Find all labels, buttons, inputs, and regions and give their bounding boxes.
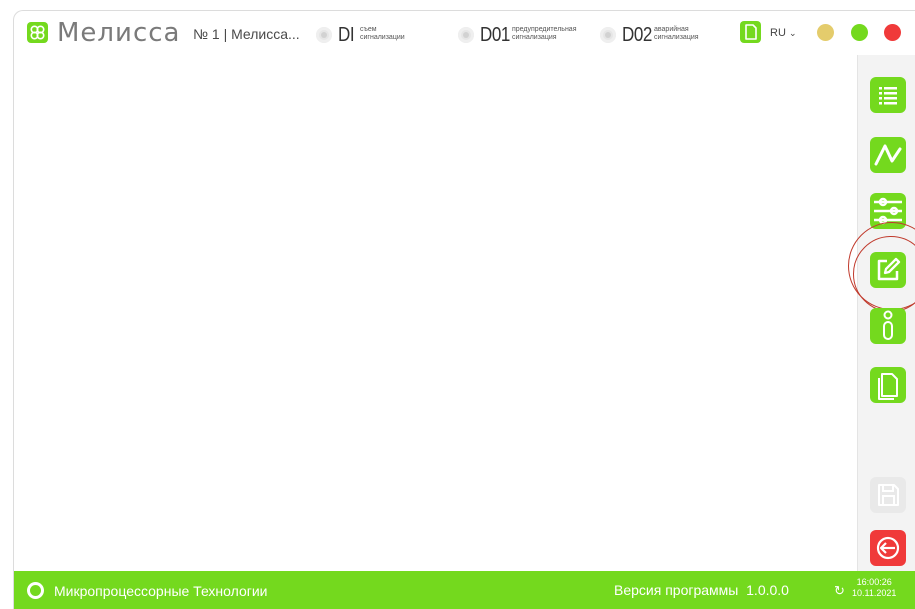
app-version: Версия программы 1.0.0.0: [614, 582, 789, 598]
minimize-button[interactable]: [817, 24, 834, 41]
main-content: [14, 55, 857, 571]
indicator-code: D01: [480, 24, 510, 46]
header-bar: Мелисса № 1 | Мелисса... DI съем сигнализ…: [14, 11, 915, 55]
indicator-caption: предупредительная сигнализация: [512, 26, 577, 41]
save-button[interactable]: [870, 477, 906, 513]
device-selector[interactable]: № 1 | Мелисса...: [193, 26, 300, 42]
status-led-icon: [600, 27, 616, 43]
sensor-button[interactable]: [870, 308, 906, 344]
documents-button[interactable]: [870, 367, 906, 403]
chart-line-icon: [874, 144, 902, 166]
language-select[interactable]: RU ⌄: [770, 27, 797, 39]
indicator-caption: съем сигнализации: [360, 26, 405, 41]
edit-button[interactable]: [848, 222, 915, 312]
document-icon: [745, 24, 757, 40]
app-window: Мелисса № 1 | Мелисса... DI съем сигнализ…: [13, 10, 915, 609]
status-led-icon: [458, 27, 474, 43]
exit-icon: [876, 536, 900, 560]
sensor-icon: [883, 310, 893, 340]
close-button[interactable]: [884, 24, 901, 41]
company-name: Микропроцессорные Технологии: [54, 583, 268, 599]
edit-icon: [877, 257, 901, 281]
chart-button[interactable]: [870, 137, 906, 173]
documents-icon: [878, 373, 898, 400]
status-led-icon: [316, 27, 332, 43]
status-bar: Микропроцессорные Технологии Версия прог…: [14, 571, 915, 609]
maximize-button[interactable]: [851, 24, 868, 41]
indicator-code: D02: [622, 24, 652, 46]
document-button[interactable]: [740, 21, 761, 43]
sync-icon[interactable]: ↻: [834, 583, 845, 599]
chevron-down-icon: ⌄: [788, 28, 797, 38]
clock: 16:00:26 10.11.2021: [852, 577, 897, 598]
list-button[interactable]: [870, 77, 906, 113]
list-icon: [879, 87, 897, 105]
logo-icon: [27, 22, 48, 43]
app-brand: Мелисса: [57, 18, 181, 48]
indicator-code: DI: [338, 24, 355, 46]
company-logo-icon: [27, 582, 44, 599]
exit-button[interactable]: [870, 530, 906, 566]
right-toolbar: [848, 55, 915, 571]
save-icon: [878, 484, 899, 506]
indicator-caption: аварийная сигнализация: [654, 26, 699, 41]
